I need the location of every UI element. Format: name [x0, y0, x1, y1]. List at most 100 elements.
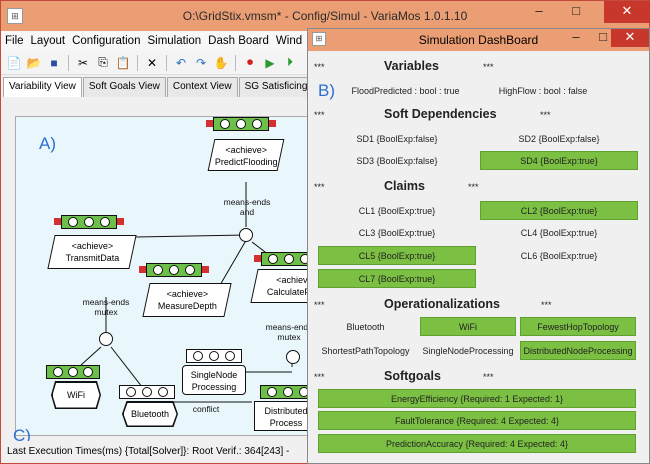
- state-indicator: [261, 252, 309, 266]
- goal-measure-depth[interactable]: <achieve> MeasureDepth: [142, 283, 232, 317]
- tab-context-view[interactable]: Context View: [166, 77, 238, 97]
- edge-label: means-ends and: [223, 197, 271, 217]
- variable-item: FloodPredicted : bool : true: [351, 85, 460, 96]
- goal-transmit-data[interactable]: <achieve> TransmitData: [47, 235, 137, 269]
- stars: ***: [314, 110, 325, 120]
- claim-item: CL4 {BoolExp:true}: [520, 227, 598, 238]
- section-heading: Claims: [384, 179, 425, 193]
- paste-icon[interactable]: 📋: [114, 54, 132, 72]
- mutex-junction[interactable]: [286, 350, 300, 364]
- soft-dependency-item: SD2 {BoolExp:false}: [518, 133, 600, 144]
- dashboard-window: ⊞ Simulation DashBoard – □ ✕ *** Variabl…: [307, 28, 650, 464]
- section-heading: Softgoals: [384, 369, 441, 383]
- claim-item: CL5 {BoolExp:true}: [318, 246, 476, 265]
- stars: ***: [483, 372, 494, 382]
- softgoal-item: EnergyEfficiency {Required: 1 Expected: …: [318, 389, 636, 408]
- main-titlebar: ⊞ O:\GridStix.vmsm* - Config/Simul - Var…: [1, 1, 650, 31]
- red-marker: [269, 120, 276, 127]
- section-heading: Operationalizations: [384, 297, 500, 311]
- operationalization-distributed[interactable]: Distributed Process: [254, 401, 309, 431]
- red-marker: [139, 266, 146, 273]
- toolbar-separator: [68, 54, 69, 71]
- status-bar: Last Execution Times(ms) {Total[Solver]}…: [1, 441, 301, 463]
- model-canvas[interactable]: means-ends and means-ends mutex means-en…: [15, 116, 310, 436]
- soft-dependency-item: SD1 {BoolExp:false}: [356, 133, 438, 144]
- operationalization-item: WiFi: [420, 317, 516, 336]
- op-label: SingleNode Processing: [190, 370, 238, 392]
- hand-icon[interactable]: ✋: [212, 54, 230, 72]
- open-folder-icon[interactable]: 📂: [25, 54, 43, 72]
- operationalization-item: Bluetooth: [346, 321, 385, 332]
- cut-icon[interactable]: ✂: [74, 54, 92, 72]
- variable-item: HighFlow : bool : false: [498, 85, 588, 96]
- red-marker: [54, 218, 61, 225]
- section-operationalizations: *** Operationalizations ***: [308, 297, 649, 313]
- red-marker: [206, 120, 213, 127]
- menu-simulation[interactable]: Simulation: [147, 35, 201, 47]
- tab-sg-satisficing[interactable]: SG Satisficing: [238, 77, 314, 97]
- minimize-button[interactable]: –: [524, 1, 554, 23]
- menu-file[interactable]: File: [5, 35, 24, 47]
- state-indicator: [46, 365, 100, 379]
- state-indicator: [119, 385, 175, 399]
- stars: ***: [541, 300, 552, 310]
- section-variables: *** Variables ***: [308, 59, 649, 75]
- red-marker: [117, 218, 124, 225]
- label-a: A): [39, 134, 56, 153]
- dashboard-body: *** Variables *** B) FloodPredicted : bo…: [308, 51, 649, 463]
- app-icon: ⊞: [7, 8, 23, 24]
- section-softgoals: *** Softgoals ***: [308, 369, 649, 385]
- operationalization-item: DistributedNodeProcessing: [520, 341, 636, 360]
- copy-icon[interactable]: ⎘: [94, 54, 112, 72]
- edge-label: means-ends mutex: [265, 322, 310, 342]
- tab-variability-view[interactable]: Variability View: [3, 77, 82, 97]
- operationalization-item: SingleNodeProcessing: [422, 345, 514, 356]
- redo-icon[interactable]: ↷: [192, 54, 210, 72]
- dashboard-close-button[interactable]: ✕: [611, 29, 649, 47]
- soft-dependency-item: SD3 {BoolExp:false}: [356, 155, 438, 166]
- menu-window[interactable]: Wind: [276, 35, 302, 47]
- new-file-icon[interactable]: 📄: [5, 54, 23, 72]
- operationalization-item: FewestHopTopology: [520, 317, 636, 336]
- stop-icon[interactable]: ⏺: [241, 54, 259, 72]
- stars: ***: [468, 182, 479, 192]
- claim-item: CL2 {BoolExp:true}: [480, 201, 638, 220]
- goal-calculate-flow[interactable]: <achiev CalculateFlo: [250, 269, 309, 303]
- op-label: WiFi: [52, 382, 100, 408]
- claim-item: CL3 {BoolExp:true}: [358, 227, 436, 238]
- undo-icon[interactable]: ↶: [172, 54, 190, 72]
- goal-predict-flooding[interactable]: <achieve> PredictFlooding: [207, 139, 285, 171]
- edge-label: means-ends mutex: [82, 297, 130, 317]
- and-junction[interactable]: [239, 228, 253, 242]
- menu-dashboard[interactable]: Dash Board: [208, 35, 269, 47]
- operationalization-bluetooth[interactable]: Bluetooth: [122, 401, 178, 427]
- stars: ***: [314, 62, 325, 72]
- menu-configuration[interactable]: Configuration: [72, 35, 140, 47]
- step-icon[interactable]: ⏵: [281, 54, 299, 72]
- softgoal-item: PredictionAccuracy {Required: 4 Expected…: [318, 434, 636, 453]
- save-icon[interactable]: ■: [45, 54, 63, 72]
- toolbar-separator: [235, 54, 236, 71]
- state-indicator: [146, 263, 202, 277]
- dashboard-minimize-button[interactable]: –: [561, 29, 591, 47]
- play-icon[interactable]: ▶: [261, 54, 279, 72]
- section-heading: Soft Dependencies: [384, 107, 497, 121]
- operationalization-single-node[interactable]: SingleNode Processing: [182, 365, 246, 395]
- op-label: Distributed Process: [264, 406, 308, 428]
- red-marker: [202, 266, 209, 273]
- softgoal-item: FaultTolerance {Required: 4 Expected: 4}: [318, 411, 636, 430]
- claim-item: CL1 {BoolExp:true}: [358, 205, 436, 216]
- menu-layout[interactable]: Layout: [31, 35, 66, 47]
- state-indicator: [260, 385, 309, 399]
- delete-icon[interactable]: ✕: [143, 54, 161, 72]
- close-button[interactable]: ✕: [604, 1, 650, 23]
- tab-soft-goals-view[interactable]: Soft Goals View: [82, 77, 166, 97]
- mutex-junction[interactable]: [99, 332, 113, 346]
- section-claims: *** Claims ***: [308, 179, 649, 195]
- toolbar-separator: [166, 54, 167, 71]
- soft-dependency-item: SD4 {BoolExp:true}: [480, 151, 638, 170]
- section-heading: Variables: [384, 59, 439, 73]
- toolbar-separator: [137, 54, 138, 71]
- operationalization-wifi[interactable]: WiFi: [51, 381, 101, 409]
- maximize-button[interactable]: □: [561, 1, 591, 23]
